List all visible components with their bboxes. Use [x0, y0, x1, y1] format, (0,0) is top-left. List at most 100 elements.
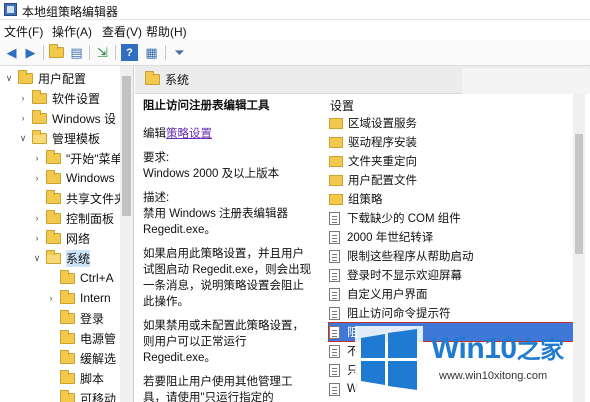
- folder-open-icon: [46, 249, 61, 264]
- settings-folder-item[interactable]: 文件夹重定向: [329, 152, 417, 170]
- expander-icon[interactable]: ›: [32, 213, 42, 223]
- title-bar: 本地组策略编辑器: [0, 0, 590, 20]
- tree-node-user-config[interactable]: ∨ 用户配置: [4, 68, 86, 88]
- menu-view[interactable]: 查看(V): [102, 23, 142, 40]
- expander-icon[interactable]: ›: [32, 173, 42, 183]
- edit-policy-link[interactable]: 策略设置: [166, 128, 212, 140]
- policy-item[interactable]: 限制这些程序从帮助启动: [329, 247, 474, 265]
- expander-icon[interactable]: ›: [18, 113, 28, 123]
- windows-logo-icon: [355, 326, 423, 394]
- folder-icon: [60, 369, 75, 384]
- policy-icon: [329, 344, 340, 358]
- settings-folder-item[interactable]: 组策略: [329, 190, 383, 208]
- back-arrow-icon[interactable]: ◀: [3, 44, 20, 61]
- folder-icon: [329, 136, 343, 148]
- menu-action[interactable]: 操作(A): [52, 23, 92, 40]
- folder-icon: [60, 389, 75, 402]
- policy-item[interactable]: W: [329, 380, 358, 398]
- policy-icon: [329, 363, 340, 377]
- tree-node-ctrl-alt-del[interactable]: Ctrl+A: [46, 268, 114, 288]
- folder-icon: [145, 71, 160, 85]
- help-icon[interactable]: ?: [121, 44, 138, 61]
- up-folder-icon[interactable]: [48, 44, 65, 61]
- export-list-icon[interactable]: ⇲: [94, 44, 111, 61]
- description-paragraph: 如果禁用或未配置此策略设置，则用户可以正常运行 Regedit.exe。: [143, 320, 304, 364]
- folder-icon: [329, 155, 343, 167]
- policy-icon: [329, 287, 340, 301]
- show-hide-tree-icon[interactable]: ▤: [68, 44, 85, 61]
- settings-column-header[interactable]: 设置: [330, 97, 354, 114]
- tree-node-windows-settings[interactable]: › Windows 设: [18, 108, 116, 128]
- policy-icon: [329, 268, 340, 282]
- folder-icon: [32, 109, 47, 124]
- folder-icon: [329, 174, 343, 186]
- tree-node-power[interactable]: 电源管: [46, 328, 116, 348]
- tree-node-windows-components[interactable]: › Windows: [32, 168, 115, 188]
- policy-icon: [329, 211, 340, 225]
- policy-item[interactable]: 2000 年世纪转译: [329, 228, 433, 246]
- folder-icon: [60, 289, 75, 304]
- settings-scrollbar-thumb[interactable]: [575, 134, 583, 254]
- tree-node-shared-folders[interactable]: 共享文件夹: [32, 188, 126, 208]
- expander-icon[interactable]: ∨: [32, 253, 42, 264]
- tree-node-network[interactable]: › 网络: [32, 228, 90, 248]
- expander-icon[interactable]: ›: [32, 233, 42, 243]
- tree-node-mitigation[interactable]: 缓解选: [46, 348, 116, 368]
- policy-icon: [329, 230, 340, 244]
- settings-folder-item[interactable]: 区域设置服务: [329, 114, 417, 132]
- menu-bar: 文件(F) 操作(A) 查看(V) 帮助(H): [0, 20, 590, 40]
- folder-icon: [60, 329, 75, 344]
- tree-scrollbar-thumb[interactable]: [122, 76, 131, 216]
- expander-icon[interactable]: ›: [32, 153, 42, 163]
- policy-description-pane: 阻止访问注册表编辑工具 编辑策略设置 要求: Windows 2000 及以上版…: [135, 94, 321, 402]
- tree-node-logon[interactable]: 登录: [46, 308, 104, 328]
- folder-open-icon: [32, 129, 47, 144]
- policy-item[interactable]: 登录时不显示欢迎屏幕: [329, 266, 462, 284]
- folder-icon: [32, 89, 47, 104]
- watermark-site: www.win10xitong.com: [439, 370, 548, 382]
- folder-icon: [60, 309, 75, 324]
- edit-policy-line: 编辑策略设置: [143, 128, 212, 140]
- navigation-tree: ∨ 用户配置 › 软件设置 › Windows 设 ∨ 管理模板 › "开始"菜…: [0, 66, 134, 402]
- tree-node-control-panel[interactable]: › 控制面板: [32, 208, 114, 228]
- tree-node-internet[interactable]: › Intern: [46, 288, 111, 308]
- folder-icon: [60, 269, 75, 284]
- current-node-label: 系统: [165, 73, 190, 87]
- forward-arrow-icon[interactable]: ▶: [22, 44, 39, 61]
- window-title: 本地组策略编辑器: [22, 5, 119, 19]
- settings-folder-item[interactable]: 驱动程序安装: [329, 133, 417, 151]
- menu-help[interactable]: 帮助(H): [146, 23, 187, 40]
- description-label: 描述:: [143, 192, 170, 204]
- tree-node-admin-templates[interactable]: ∨ 管理模板: [18, 128, 100, 148]
- folder-icon: [46, 229, 61, 244]
- filter-icon[interactable]: ⏷: [171, 44, 188, 61]
- folder-icon: [46, 149, 61, 164]
- expander-icon[interactable]: ∨: [18, 133, 28, 144]
- user-config-icon: [18, 69, 33, 84]
- folder-icon: [46, 189, 61, 204]
- properties-icon[interactable]: ▦: [143, 44, 160, 61]
- expander-icon[interactable]: ›: [46, 293, 56, 303]
- folder-icon: [60, 349, 75, 364]
- expander-icon[interactable]: ∨: [4, 73, 14, 84]
- description-paragraph: 如果启用此策略设置，并且用户试图启动 Regedit.exe，则会出现一条消息，…: [143, 248, 312, 308]
- tree-node-start-menu[interactable]: › "开始"菜单: [32, 148, 123, 168]
- policy-icon: [329, 306, 340, 320]
- policy-item[interactable]: 下载缺少的 COM 组件: [329, 209, 461, 227]
- tree-node-system[interactable]: ∨ 系统: [32, 248, 91, 268]
- toolbar: ◀ ▶ ▤ ⇲ ? ▦ ⏷: [0, 40, 590, 66]
- policy-title: 阻止访问注册表编辑工具: [143, 100, 270, 112]
- expander-icon[interactable]: ›: [18, 93, 28, 103]
- tree-node-removable[interactable]: 可移动: [46, 388, 116, 402]
- tree-scrollbar[interactable]: [120, 66, 133, 402]
- settings-folder-item[interactable]: 用户配置文件: [329, 171, 417, 189]
- toolbar-separator: [89, 45, 90, 60]
- tree-node-scripts[interactable]: 脚本: [46, 368, 104, 388]
- toolbar-separator: [115, 45, 116, 60]
- policy-item[interactable]: 自定义用户界面: [329, 285, 428, 303]
- tree-node-software-settings[interactable]: › 软件设置: [18, 88, 100, 108]
- menu-file[interactable]: 文件(F): [4, 23, 43, 40]
- requirements-label: 要求:: [143, 152, 170, 164]
- policy-icon: [329, 249, 340, 263]
- description-paragraph: 若要阻止用户使用其他管理工具，请使用"只运行指定的 Windows 应用程: [143, 376, 293, 402]
